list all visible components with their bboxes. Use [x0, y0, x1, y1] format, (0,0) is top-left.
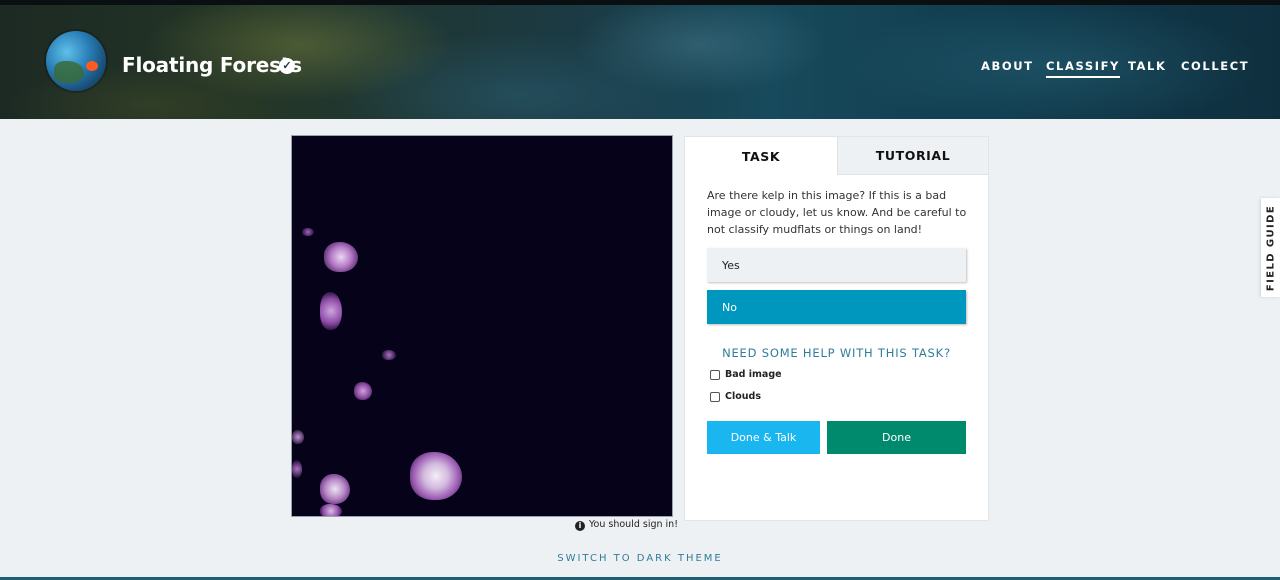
kelp-blob [302, 228, 314, 236]
task-question: Are there kelp in this image? If this is… [707, 189, 967, 236]
done-button[interactable]: Done [827, 421, 966, 454]
info-icon: i [575, 521, 585, 531]
logo-land-shape [54, 61, 84, 83]
field-guide-tab[interactable]: FIELD GUIDE [1261, 198, 1280, 297]
answer-no-button[interactable]: No [707, 290, 966, 324]
tab-tutorial[interactable]: TUTORIAL [837, 137, 988, 175]
nav-classify[interactable]: CLASSIFY [1046, 59, 1120, 78]
dark-theme-toggle[interactable]: SWITCH TO DARK THEME [0, 553, 1280, 564]
checkbox-box[interactable] [710, 369, 720, 380]
sign-in-notice-text: You should sign in! [589, 519, 679, 530]
kelp-blob [324, 242, 358, 272]
kelp-blob [410, 452, 462, 500]
site-header: Floating Forests ✓ ABOUT CLASSIFY TALK C… [0, 0, 1280, 119]
verified-check-icon: ✓ [279, 58, 295, 74]
kelp-blob [292, 460, 302, 478]
task-tabs: TASK TUTORIAL [685, 137, 988, 175]
clouds-checkbox[interactable]: Clouds [710, 391, 761, 402]
kelp-blob [320, 504, 342, 516]
sign-in-notice: i You should sign in! [575, 519, 678, 531]
checkbox-box[interactable] [710, 391, 720, 402]
bad-image-label: Bad image [725, 369, 782, 380]
task-panel: TASK TUTORIAL Are there kelp in this ima… [684, 136, 989, 521]
nav-talk[interactable]: TALK [1128, 59, 1167, 73]
kelp-blob [354, 382, 372, 400]
kelp-blob [292, 430, 304, 444]
done-and-talk-button[interactable]: Done & Talk [707, 421, 820, 454]
subject-image[interactable] [291, 135, 673, 517]
answer-yes-button[interactable]: Yes [707, 248, 966, 282]
nav-collect[interactable]: COLLECT [1181, 59, 1249, 73]
project-title[interactable]: Floating Forests [122, 53, 302, 77]
bad-image-checkbox[interactable]: Bad image [710, 369, 782, 380]
nav-about[interactable]: ABOUT [981, 59, 1034, 73]
tab-task[interactable]: TASK [685, 137, 837, 175]
field-guide-label: FIELD GUIDE [1265, 204, 1276, 291]
task-help-link[interactable]: NEED SOME HELP WITH THIS TASK? [685, 346, 988, 360]
project-logo[interactable] [46, 31, 106, 91]
clouds-label: Clouds [725, 391, 761, 402]
kelp-blob [320, 292, 342, 330]
kelp-blob [320, 474, 350, 504]
logo-fish-shape [86, 61, 98, 71]
kelp-blob [382, 350, 396, 360]
